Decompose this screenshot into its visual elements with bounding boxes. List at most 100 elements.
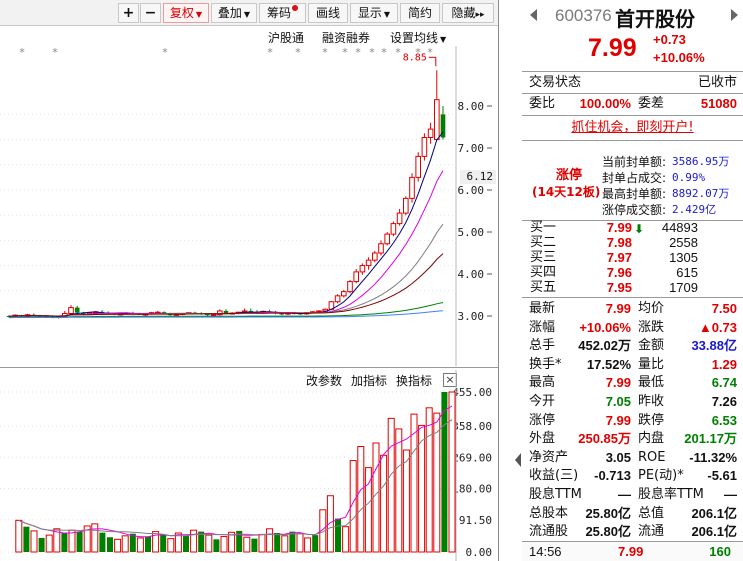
ob-qty: 2558	[669, 235, 698, 250]
limit-row: 涨停成交额: 2.429亿	[602, 202, 742, 218]
volume-bar	[402, 449, 410, 553]
zoom-out-button[interactable]: −	[140, 3, 161, 23]
trading-status-label: 交易状态	[529, 75, 582, 90]
ob-price: 7.99	[606, 220, 632, 235]
last-tick-row: 14:56 7.99 160	[522, 542, 743, 561]
stat-row: 流通股 25.80亿 流通 206.1亿	[522, 523, 743, 541]
stat-value: +10.06%	[579, 319, 631, 335]
volume-bar	[380, 454, 388, 553]
simple-mode-button[interactable]: 简约	[400, 3, 440, 23]
candle-body	[353, 271, 359, 283]
ma-settings-dropdown[interactable]: 设置均线 ▼	[390, 30, 446, 46]
volume-bar	[23, 526, 30, 552]
panel-divider[interactable]	[0, 367, 498, 368]
stat-value: 250.85万	[578, 431, 631, 447]
volume-bar	[296, 533, 304, 553]
chart-toolbar: + − 复权 ▼ 叠加 ▼ 筹码 画线 显示 ▼ 简约 隐藏▸▸	[0, 0, 498, 26]
stat-row: 收益(三) -0.713 PE(动)* -5.61	[522, 467, 743, 485]
ob-qty: 1305	[669, 250, 698, 265]
stat-value: 25.80亿	[585, 505, 631, 521]
limit-row-value: 2.429亿	[672, 203, 717, 216]
stat-value: 206.1亿	[691, 524, 737, 540]
zoom-in-button[interactable]: +	[118, 3, 139, 23]
volume-chart[interactable]: 455.00 358.00 269.00 180.00 91.50 0.00	[0, 370, 498, 561]
candle-body	[68, 307, 74, 314]
volume-bar	[15, 519, 23, 553]
limit-row-value: 0.99%	[672, 171, 706, 184]
stat-value: 17.52%	[586, 356, 631, 372]
volume-bar	[433, 412, 441, 553]
candle-body	[378, 243, 384, 254]
orderbook-row: 买二 7.98 2558	[522, 236, 743, 250]
candle-body	[341, 291, 347, 297]
trading-status-value: 已收市	[697, 75, 737, 90]
margin-trading-link[interactable]: 融资融券	[322, 30, 370, 46]
y-tick-label: 358.00	[452, 420, 492, 433]
y-tick-label: 0.00	[466, 546, 493, 559]
ob-qty: 1709	[669, 280, 698, 295]
stat-value: ▲0.73	[698, 319, 737, 335]
price-change: +0.73	[653, 32, 686, 47]
ob-level: 买三	[530, 250, 557, 265]
stat-value: 206.1亿	[691, 505, 737, 521]
stat-label: 跌停	[638, 412, 665, 428]
volume-bar	[190, 529, 198, 553]
tick-price: 7.99	[618, 544, 644, 559]
event-marker-icon: *	[355, 46, 361, 59]
next-stock-icon[interactable]	[731, 9, 738, 21]
collapse-panel-icon[interactable]	[514, 452, 522, 468]
hide-label: 隐藏	[451, 6, 476, 20]
chips-button[interactable]: 筹码	[259, 3, 306, 23]
divider	[522, 115, 743, 116]
volume-bar	[335, 518, 341, 552]
event-marker-icon: *	[267, 46, 273, 59]
stat-label: 换手*	[529, 356, 562, 372]
stat-value: 1.29	[711, 356, 737, 372]
volume-bar	[312, 535, 319, 552]
display-dropdown[interactable]: 显示 ▼	[350, 3, 398, 23]
volume-bar	[68, 529, 76, 553]
candle-body	[372, 252, 378, 261]
stat-label: 收益(三)	[529, 468, 579, 484]
orderbook-row: 买一 7.99 ⬇ 44893	[522, 220, 743, 237]
stat-row: 涨停 7.99 跌停 6.53	[522, 412, 743, 430]
volume-bar	[258, 533, 266, 553]
stat-label: 流通	[638, 524, 665, 540]
stat-row: 股息TTM — 股息率TTM —	[522, 486, 743, 504]
stock-code: 600376	[555, 6, 612, 25]
y-tick-label: 91.50	[459, 514, 492, 527]
orderbook-row: 买三 7.97 1305	[522, 251, 743, 265]
kline-chart[interactable]: 8.007.006.005.004.003.00* * * * * * * * * * * * *8.8…	[0, 46, 498, 366]
volume-bar	[76, 531, 83, 552]
stat-label: 流通股	[529, 524, 569, 540]
y-tick-label: 180.00	[452, 483, 492, 496]
chevron-down-icon: ▼	[243, 10, 251, 19]
draw-line-button[interactable]: 画线	[308, 3, 348, 23]
ob-qty: 44893	[661, 220, 698, 235]
stat-label: 最低	[638, 375, 665, 391]
volume-bar	[387, 417, 395, 553]
candle-body	[415, 155, 421, 178]
hide-button[interactable]: 隐藏▸▸	[442, 3, 494, 23]
volume-bar	[30, 530, 38, 553]
fuquan-dropdown[interactable]: 复权 ▼	[163, 3, 209, 23]
open-account-link[interactable]: 抓住机会，即刻开户!	[522, 118, 743, 138]
y-tick-label: 269.00	[452, 451, 492, 464]
ob-price: 7.95	[606, 280, 632, 295]
candle-body	[210, 314, 217, 317]
stat-value: 25.80亿	[585, 524, 631, 540]
volume-bar	[205, 534, 213, 553]
divider	[522, 140, 743, 141]
stat-label: 外盘	[529, 431, 556, 447]
stat-row: 外盘 250.85万 内盘 201.17万	[522, 430, 743, 448]
stat-label: 涨跌	[638, 319, 665, 335]
stat-label: 总值	[638, 505, 665, 521]
prev-stock-icon[interactable]	[530, 9, 537, 21]
hgt-link[interactable]: 沪股通	[268, 30, 304, 46]
last-price: 7.99	[588, 34, 637, 62]
event-marker-icon: *	[342, 46, 348, 59]
stat-label: 昨收	[638, 394, 665, 409]
orderbook-row: 买四 7.96 615	[522, 266, 743, 280]
overlay-dropdown[interactable]: 叠加 ▼	[211, 3, 257, 23]
stat-value: -0.713	[594, 468, 631, 484]
